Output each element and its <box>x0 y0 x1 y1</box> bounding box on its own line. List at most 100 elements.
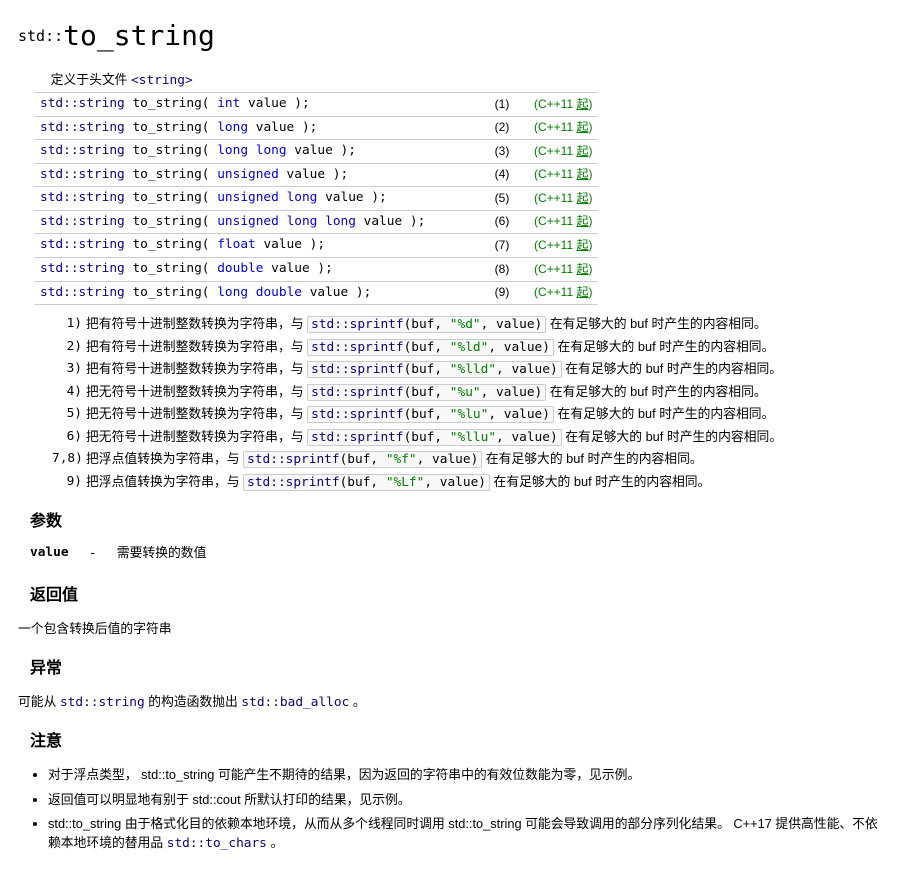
page-title: std::to_string <box>18 16 878 57</box>
decl-signature: std::string to_string( unsigned long val… <box>34 187 476 211</box>
section-return-heading: 返回值 <box>30 584 878 607</box>
decl-num: (3) <box>476 140 528 164</box>
desc-row: 2)把有符号十进制整数转换为字符串，与 std::sprintf(buf, "%… <box>52 338 878 358</box>
decl-since: (C++11 起) <box>528 187 598 211</box>
note-item: 返回值可以明显地有别于 std::cout 所默认打印的结果，见示例。 <box>48 791 878 810</box>
decl-row: std::string to_string( unsigned value );… <box>34 163 598 187</box>
link-sprintf[interactable]: std::sprintf <box>311 362 403 377</box>
link-sprintf[interactable]: std::sprintf <box>247 452 339 467</box>
decl-num: (9) <box>476 281 528 305</box>
note-item: 对于浮点类型， std::to_string 可能产生不期待的结果，因为返回的字… <box>48 766 878 785</box>
inline-code: std::sprintf(buf, "%Lf", value) <box>243 474 490 491</box>
declaration-table: 定义于头文件 <string> std::string to_string( i… <box>34 69 598 305</box>
desc-row: 6)把无符号十进制整数转换为字符串，与 std::sprintf(buf, "%… <box>52 428 878 448</box>
decl-row: std::string to_string( int value );(1)(C… <box>34 93 598 117</box>
decl-signature: std::string to_string( float value ); <box>34 234 476 258</box>
decl-since: (C++11 起) <box>528 163 598 187</box>
desc-text: 把无符号十进制整数转换为字符串，与 std::sprintf(buf, "%ll… <box>86 428 878 448</box>
inline-code: std::sprintf(buf, "%f", value) <box>243 451 482 468</box>
decl-row: std::string to_string( unsigned long lon… <box>34 210 598 234</box>
decl-since: (C++11 起) <box>528 116 598 140</box>
decl-row: std::string to_string( long value );(2)(… <box>34 116 598 140</box>
desc-row: 1)把有符号十进制整数转换为字符串，与 std::sprintf(buf, "%… <box>52 315 878 335</box>
decl-since: (C++11 起) <box>528 140 598 164</box>
desc-text: 把有符号十进制整数转换为字符串，与 std::sprintf(buf, "%d"… <box>86 315 878 335</box>
decl-since: (C++11 起) <box>528 93 598 117</box>
desc-idx: 9) <box>52 473 82 493</box>
section-notes-heading: 注意 <box>30 730 878 753</box>
inline-code: std::sprintf(buf, "%llu", value) <box>307 429 562 446</box>
desc-text: 把浮点值转换为字符串，与 std::sprintf(buf, "%Lf", va… <box>86 473 878 493</box>
desc-row: 3)把有符号十进制整数转换为字符串，与 std::sprintf(buf, "%… <box>52 360 878 380</box>
decl-signature: std::string to_string( long double value… <box>34 281 476 305</box>
link-sprintf[interactable]: std::sprintf <box>311 385 403 400</box>
params-table: value - 需要转换的数值 <box>18 540 218 567</box>
desc-text: 把无符号十进制整数转换为字符串，与 std::sprintf(buf, "%u"… <box>86 383 878 403</box>
note-item: std::to_string 由于格式化目的依赖本地环境，从而从多个线程同时调用… <box>48 815 878 853</box>
decl-num: (1) <box>476 93 528 117</box>
link-sprintf[interactable]: std::sprintf <box>247 475 339 490</box>
link-to-chars[interactable]: std::to_chars <box>167 836 267 851</box>
inline-code: std::sprintf(buf, "%u", value) <box>307 384 546 401</box>
param-desc: 需要转换的数值 <box>107 542 217 565</box>
title-name: to_string <box>63 19 215 52</box>
desc-row: 9)把浮点值转换为字符串，与 std::sprintf(buf, "%Lf", … <box>52 473 878 493</box>
decl-since: (C++11 起) <box>528 234 598 258</box>
decl-num: (8) <box>476 257 528 281</box>
decl-row: std::string to_string( unsigned long val… <box>34 187 598 211</box>
inline-code: std::sprintf(buf, "%ld", value) <box>307 339 554 356</box>
desc-idx: 6) <box>52 428 82 448</box>
decl-signature: std::string to_string( unsigned long lon… <box>34 210 476 234</box>
description-list: 1)把有符号十进制整数转换为字符串，与 std::sprintf(buf, "%… <box>52 315 878 492</box>
decl-num: (5) <box>476 187 528 211</box>
inline-code: std::sprintf(buf, "%lu", value) <box>307 406 554 423</box>
desc-row: 4)把无符号十进制整数转换为字符串，与 std::sprintf(buf, "%… <box>52 383 878 403</box>
header-row: 定义于头文件 <string> <box>34 69 598 93</box>
desc-text: 把浮点值转换为字符串，与 std::sprintf(buf, "%f", val… <box>86 450 878 470</box>
decl-row: std::string to_string( double value );(8… <box>34 257 598 281</box>
decl-num: (2) <box>476 116 528 140</box>
desc-idx: 7,8) <box>52 450 82 470</box>
decl-num: (4) <box>476 163 528 187</box>
desc-idx: 3) <box>52 360 82 380</box>
desc-text: 把有符号十进制整数转换为字符串，与 std::sprintf(buf, "%ll… <box>86 360 878 380</box>
decl-since: (C++11 起) <box>528 281 598 305</box>
desc-idx: 4) <box>52 383 82 403</box>
inline-code: std::sprintf(buf, "%lld", value) <box>307 361 562 378</box>
desc-text: 把有符号十进制整数转换为字符串，与 std::sprintf(buf, "%ld… <box>86 338 878 358</box>
param-name: value <box>20 542 79 565</box>
desc-idx: 2) <box>52 338 82 358</box>
header-include-link[interactable]: <string> <box>131 73 193 88</box>
decl-since: (C++11 起) <box>528 257 598 281</box>
decl-signature: std::string to_string( double value ); <box>34 257 476 281</box>
param-sep: - <box>81 542 105 565</box>
desc-text: 把无符号十进制整数转换为字符串，与 std::sprintf(buf, "%lu… <box>86 405 878 425</box>
header-label: 定义于头文件 <box>51 72 131 87</box>
decl-row: std::string to_string( float value );(7)… <box>34 234 598 258</box>
desc-idx: 5) <box>52 405 82 425</box>
link-sprintf[interactable]: std::sprintf <box>311 340 403 355</box>
desc-idx: 1) <box>52 315 82 335</box>
link-bad-alloc[interactable]: std::bad_alloc <box>241 695 349 710</box>
section-except-heading: 异常 <box>30 657 878 680</box>
decl-num: (7) <box>476 234 528 258</box>
inline-code: std::sprintf(buf, "%d", value) <box>307 316 546 333</box>
return-text: 一个包含转换后值的字符串 <box>18 620 878 639</box>
decl-signature: std::string to_string( unsigned value ); <box>34 163 476 187</box>
decl-signature: std::string to_string( long value ); <box>34 116 476 140</box>
decl-row: std::string to_string( long long value )… <box>34 140 598 164</box>
link-sprintf[interactable]: std::sprintf <box>311 407 403 422</box>
decl-row: std::string to_string( long double value… <box>34 281 598 305</box>
desc-row: 7,8)把浮点值转换为字符串，与 std::sprintf(buf, "%f",… <box>52 450 878 470</box>
decl-num: (6) <box>476 210 528 234</box>
link-sprintf[interactable]: std::sprintf <box>311 430 403 445</box>
decl-since: (C++11 起) <box>528 210 598 234</box>
link-std-string[interactable]: std::string <box>60 695 145 710</box>
desc-row: 5)把无符号十进制整数转换为字符串，与 std::sprintf(buf, "%… <box>52 405 878 425</box>
notes-list: 对于浮点类型， std::to_string 可能产生不期待的结果，因为返回的字… <box>34 766 878 853</box>
link-sprintf[interactable]: std::sprintf <box>311 317 403 332</box>
decl-signature: std::string to_string( int value ); <box>34 93 476 117</box>
except-text: 可能从 std::string 的构造函数抛出 std::bad_alloc 。 <box>18 693 878 713</box>
section-params-heading: 参数 <box>30 510 878 533</box>
title-namespace: std:: <box>18 27 63 45</box>
